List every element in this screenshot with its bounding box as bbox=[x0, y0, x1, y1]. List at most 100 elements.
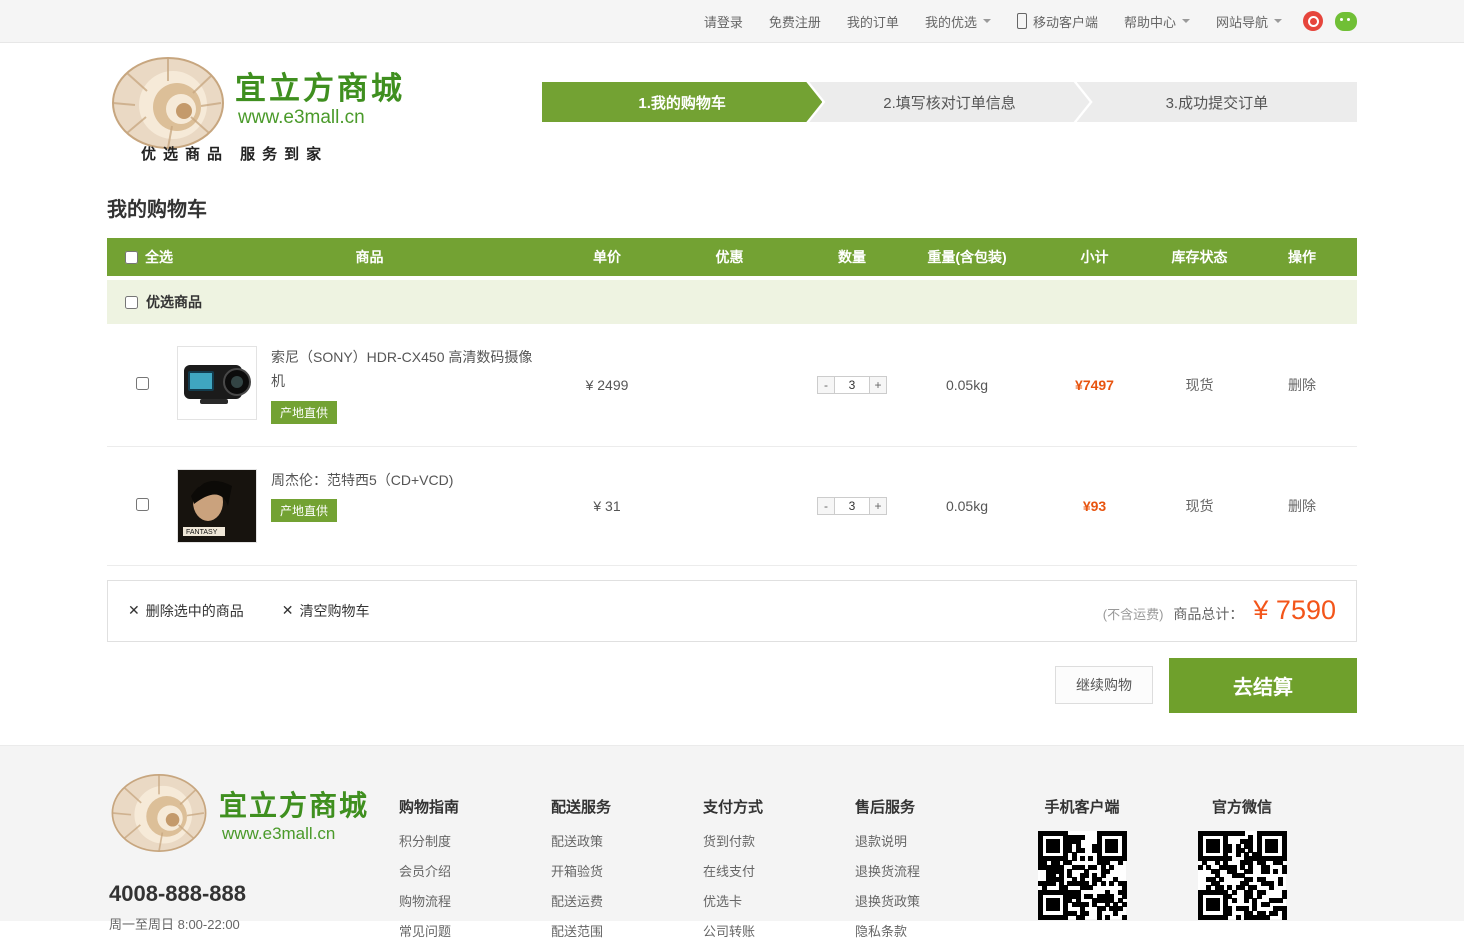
login-link[interactable]: 请登录 bbox=[691, 12, 756, 31]
cart-table-header: 全选 商品 单价 优惠 数量 重量(含包装) 小计 库存状态 操作 bbox=[107, 238, 1357, 276]
wechat-icon[interactable] bbox=[1335, 12, 1357, 31]
mobile-phone-icon bbox=[1017, 13, 1027, 29]
mobile-client-link[interactable]: 移动客户端 bbox=[1004, 12, 1111, 31]
product-image[interactable]: FANTASY bbox=[177, 469, 257, 543]
continue-shopping-button[interactable]: 继续购物 bbox=[1055, 666, 1153, 704]
footer-link[interactable]: 退款说明 bbox=[855, 827, 1007, 857]
step-order-submitted: 3.成功提交订单 bbox=[1077, 82, 1357, 122]
footer-logo-url: www.e3mall.cn bbox=[222, 824, 335, 844]
col-subtotal: 小计 bbox=[1037, 247, 1152, 267]
footer-link[interactable]: 配送运费 bbox=[551, 887, 703, 917]
cart-actions: 继续购物 去结算 bbox=[107, 658, 1357, 713]
footer-link[interactable]: 常见问题 bbox=[399, 917, 551, 947]
qr-code-wechat bbox=[1198, 831, 1286, 919]
album-cover-image: FANTASY bbox=[178, 470, 256, 542]
my-picks-menu[interactable]: 我的优选 bbox=[912, 12, 1004, 31]
select-all-label: 全选 bbox=[145, 247, 173, 267]
shipping-note: (不含运费) bbox=[1103, 604, 1164, 623]
table-row: 索尼（SONY）HDR-CX450 高清数码摄像机 产地直供 ¥ 2499 - … bbox=[107, 324, 1357, 447]
footer-link[interactable]: 购物流程 bbox=[399, 887, 551, 917]
service-hours: 周一至周日 8:00-22:00 bbox=[109, 914, 240, 933]
footer-col-shopping-guide: 购物指南 积分制度 会员介绍 购物流程 常见问题 bbox=[399, 796, 551, 947]
footer: 宜立方商城 www.e3mall.cn 4008-888-888 周一至周日 8… bbox=[0, 745, 1464, 921]
footer-link[interactable]: 退换货政策 bbox=[855, 887, 1007, 917]
logo-title: 宜立方商城 bbox=[235, 63, 405, 108]
my-orders-link[interactable]: 我的订单 bbox=[834, 12, 912, 31]
step-confirm-order: 2.填写核对订单信息 bbox=[809, 82, 1089, 122]
chevron-down-icon bbox=[983, 19, 991, 27]
footer-col-delivery: 配送服务 配送政策 开箱验货 配送运费 配送范围 bbox=[551, 796, 703, 947]
item-subtotal: ¥93 bbox=[1037, 498, 1152, 514]
direct-supply-badge: 产地直供 bbox=[271, 401, 337, 424]
stock-status: 现货 bbox=[1152, 496, 1247, 516]
stock-status: 现货 bbox=[1152, 375, 1247, 395]
table-row: FANTASY 周杰伦：范特西5（CD+VCD) 产地直供 ¥ 31 - 3 +… bbox=[107, 447, 1357, 566]
footer-col-payment: 支付方式 货到付款 在线支付 优选卡 公司转账 bbox=[703, 796, 855, 947]
qty-plus-button[interactable]: + bbox=[869, 497, 887, 515]
group-label: 优选商品 bbox=[146, 292, 202, 312]
footer-nav: 购物指南 积分制度 会员介绍 购物流程 常见问题 配送服务 配送政策 开箱验货 … bbox=[399, 796, 1007, 947]
delete-item-link[interactable]: 删除 bbox=[1288, 498, 1316, 514]
qty-value[interactable]: 3 bbox=[834, 376, 870, 394]
qty-minus-button[interactable]: - bbox=[817, 376, 835, 394]
chevron-down-icon bbox=[1274, 19, 1282, 27]
product-title[interactable]: 周杰伦：范特西5（CD+VCD) bbox=[271, 472, 453, 488]
qr-code-mobile-app bbox=[1038, 831, 1126, 919]
footer-link[interactable]: 配送范围 bbox=[551, 917, 703, 947]
logo-slogan: 优选商品 服务到家 bbox=[141, 143, 328, 164]
footer-link[interactable]: 会员介绍 bbox=[399, 857, 551, 887]
footer-link[interactable]: 配送政策 bbox=[551, 827, 703, 857]
item-checkbox[interactable] bbox=[136, 498, 149, 511]
help-center-menu[interactable]: 帮助中心 bbox=[1111, 12, 1203, 31]
item-checkbox[interactable] bbox=[136, 377, 149, 390]
page-title: 我的购物车 bbox=[107, 193, 1357, 222]
footer-link[interactable]: 货到付款 bbox=[703, 827, 855, 857]
register-link[interactable]: 免费注册 bbox=[756, 12, 834, 31]
footer-link[interactable]: 退换货流程 bbox=[855, 857, 1007, 887]
mobile-app-qr-block: 手机客户端 bbox=[1022, 796, 1142, 919]
product-title[interactable]: 索尼（SONY）HDR-CX450 高清数码摄像机 bbox=[271, 349, 532, 389]
footer-link[interactable]: 优选卡 bbox=[703, 887, 855, 917]
item-weight: 0.05kg bbox=[897, 498, 1037, 514]
unit-price: ¥ 31 bbox=[562, 498, 652, 514]
checkout-button[interactable]: 去结算 bbox=[1169, 658, 1357, 713]
footer-link[interactable]: 公司转账 bbox=[703, 917, 855, 947]
qty-plus-button[interactable]: + bbox=[869, 376, 887, 394]
product-image[interactable] bbox=[177, 346, 257, 420]
logo-url: www.e3mall.cn bbox=[238, 107, 365, 129]
shop-group-row: 优选商品 bbox=[107, 280, 1357, 324]
weibo-icon[interactable] bbox=[1303, 11, 1323, 31]
camcorder-image bbox=[178, 347, 256, 419]
service-phone: 4008-888-888 bbox=[109, 881, 246, 907]
footer-link[interactable]: 积分制度 bbox=[399, 827, 551, 857]
group-checkbox[interactable] bbox=[125, 296, 138, 309]
site-nav-menu[interactable]: 网站导航 bbox=[1203, 12, 1295, 31]
footer-link[interactable]: 开箱验货 bbox=[551, 857, 703, 887]
svg-text:FANTASY: FANTASY bbox=[186, 529, 218, 536]
select-all-checkbox[interactable] bbox=[125, 251, 138, 264]
wechat-qr-block: 官方微信 bbox=[1182, 796, 1302, 919]
delete-selected-link[interactable]: ✕ 删除选中的商品 bbox=[128, 601, 244, 621]
total-value: ¥ 7590 bbox=[1253, 595, 1336, 626]
footer-logo-title: 宜立方商城 bbox=[219, 784, 369, 824]
total-label: 商品总计： bbox=[1173, 604, 1243, 624]
footer-link[interactable]: 在线支付 bbox=[703, 857, 855, 887]
social-icons bbox=[1303, 11, 1357, 31]
qty-minus-button[interactable]: - bbox=[817, 497, 835, 515]
quantity-stepper: - 3 + bbox=[817, 376, 887, 394]
item-subtotal: ¥7497 bbox=[1037, 377, 1152, 393]
checkout-steps: 1.我的购物车 2.填写核对订单信息 3.成功提交订单 bbox=[542, 82, 1357, 122]
cart-summary-bar: ✕ 删除选中的商品 ✕ 清空购物车 (不含运费) 商品总计： ¥ 7590 bbox=[107, 580, 1357, 642]
col-weight: 重量(含包装) bbox=[897, 247, 1037, 267]
site-logo[interactable]: 宜立方商城 www.e3mall.cn 优选商品 服务到家 bbox=[107, 55, 487, 170]
main-content: 我的购物车 全选 商品 单价 优惠 数量 重量(含包装) 小计 库存状态 操作 … bbox=[107, 193, 1357, 713]
nautilus-shell-logo-image bbox=[109, 772, 209, 854]
col-action: 操作 bbox=[1247, 247, 1357, 267]
close-icon: ✕ bbox=[128, 602, 140, 619]
qty-value[interactable]: 3 bbox=[834, 497, 870, 515]
footer-link[interactable]: 隐私条款 bbox=[855, 917, 1007, 947]
delete-item-link[interactable]: 删除 bbox=[1288, 377, 1316, 393]
clear-cart-link[interactable]: ✕ 清空购物车 bbox=[282, 601, 370, 621]
close-icon: ✕ bbox=[282, 602, 294, 619]
unit-price: ¥ 2499 bbox=[562, 377, 652, 393]
